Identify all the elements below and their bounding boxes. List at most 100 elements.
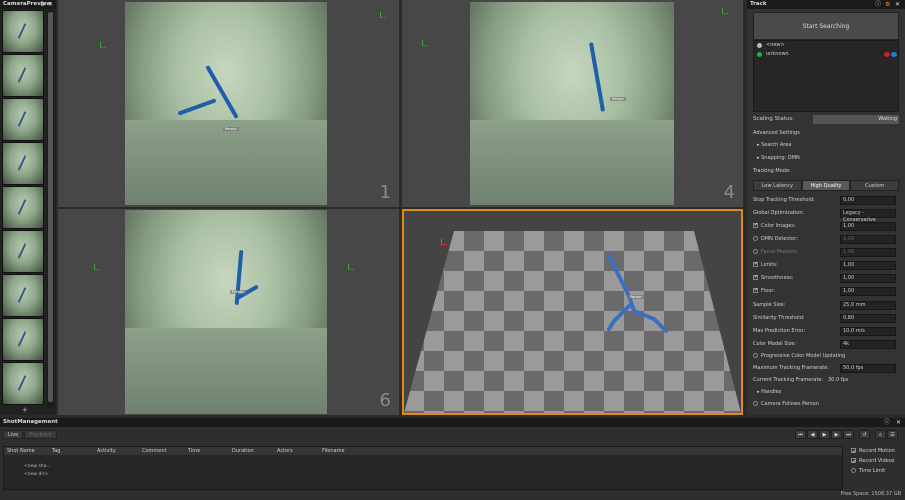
setting-label: Global Optimization:: [753, 210, 805, 216]
column-header[interactable]: Activity: [97, 447, 116, 455]
setting-label: Similarity Threshold:: [753, 315, 805, 321]
person-label: Person: [223, 127, 239, 131]
max-prediction-error-field[interactable]: 10,0 m/s: [840, 327, 896, 336]
tab-live[interactable]: Live: [3, 430, 24, 439]
camera-follows-label: Camera Follows Person: [761, 401, 819, 407]
skip-start-icon[interactable]: ⏮: [795, 430, 806, 439]
list-item[interactable]: <new>: [754, 41, 898, 50]
tab-high-quality[interactable]: High Quality: [801, 180, 851, 191]
camera-thumbnail[interactable]: [2, 142, 44, 185]
axis-gizmo: [94, 264, 100, 270]
floor-field[interactable]: 1,00: [840, 287, 896, 296]
table-row[interactable]: <new sho...: [24, 464, 51, 469]
search-area-toggle[interactable]: ▸ Search Area: [757, 142, 791, 149]
transport-controls: ⏮ ◀ ▶ ▶ ⏭ ↺ ⌕ ☰: [795, 430, 899, 439]
start-searching-button[interactable]: Start Searching: [753, 12, 899, 40]
setting-label: Max Prediction Error:: [753, 328, 806, 334]
gear-icon[interactable]: ⚙: [885, 1, 890, 8]
max-framerate-field[interactable]: 50,0 fps: [840, 364, 896, 373]
tab-playback[interactable]: Playback: [24, 430, 57, 439]
person-name: <new>: [766, 42, 785, 48]
handles-toggle[interactable]: ▸ Handles: [757, 389, 781, 396]
close-icon[interactable]: ✕: [48, 1, 53, 8]
facial-markers-radio[interactable]: [753, 249, 758, 254]
viewport-number: 4: [723, 182, 735, 203]
shot-management-panel: ShotManagement ⓘ ✕ Live Playback ⏮ ◀ ▶ ▶…: [0, 418, 905, 500]
column-header[interactable]: Tag: [52, 447, 60, 455]
color-images-checkbox[interactable]: [753, 222, 758, 229]
close-icon[interactable]: ✕: [896, 419, 901, 426]
info-icon[interactable]: ⓘ: [875, 1, 881, 8]
viewport-1[interactable]: Person 1: [58, 0, 399, 207]
snapping-toggle[interactable]: ▸ Snapping: DMN: [757, 155, 800, 162]
setting-label: Sample Size:: [753, 302, 786, 308]
similarity-threshold-field[interactable]: 0,80: [840, 314, 896, 323]
camera-thumbnail[interactable]: [2, 274, 44, 317]
dmn-detector-radio[interactable]: [753, 236, 758, 241]
smoothness-field[interactable]: 1,00: [840, 274, 896, 283]
camera-thumbnail[interactable]: [2, 362, 44, 405]
skip-end-icon[interactable]: ⏭: [843, 430, 854, 439]
color-images-field[interactable]: 1,00: [840, 222, 896, 231]
column-header[interactable]: Comment: [142, 447, 167, 455]
viewport-4[interactable]: Person 4: [402, 0, 743, 207]
time-limit-radio[interactable]: [851, 468, 856, 473]
color-model-size-select[interactable]: 4k: [840, 340, 896, 349]
floor-checkbox[interactable]: [753, 287, 758, 294]
camera-image: Person: [470, 2, 674, 205]
column-header[interactable]: Time: [188, 447, 200, 455]
camera-thumbnail[interactable]: [2, 186, 44, 229]
person-name: unknown: [766, 51, 789, 57]
camera-thumbnail[interactable]: [2, 98, 44, 141]
record-videos-checkbox[interactable]: [851, 457, 856, 467]
global-optimization-select[interactable]: Legacy - Conservative: [840, 209, 896, 223]
scaling-status-label: Scaling Status:: [753, 116, 795, 122]
camera-thumbnail[interactable]: [2, 318, 44, 361]
loop-icon[interactable]: ↺: [859, 430, 870, 439]
smoothness-checkbox[interactable]: [753, 274, 758, 281]
tab-custom[interactable]: Custom: [850, 180, 900, 191]
progressive-radio[interactable]: [753, 353, 758, 358]
column-header[interactable]: Duration: [232, 447, 254, 455]
limits-checkbox[interactable]: [753, 261, 758, 268]
handles-label: Handles: [761, 389, 782, 395]
record-icon[interactable]: [884, 52, 890, 57]
axis-gizmo: [422, 40, 428, 46]
add-camera-button[interactable]: +: [22, 406, 28, 414]
camera-thumbnail[interactable]: [2, 54, 44, 97]
info-icon[interactable]: ⓘ: [884, 419, 890, 426]
table-row[interactable]: <new dir>: [24, 472, 48, 477]
tab-low-latency[interactable]: Low Latency: [753, 180, 802, 191]
camera-thumbnail[interactable]: [2, 10, 44, 53]
scrollbar-thumb[interactable]: [48, 12, 53, 402]
camera-follows-radio[interactable]: [753, 401, 758, 406]
person-list: <new> unknown: [753, 40, 899, 112]
play-icon[interactable]: ▶: [819, 430, 830, 439]
camera-thumbnail[interactable]: [2, 230, 44, 273]
free-space-status: Free Space: 1508.37 GB: [840, 491, 901, 497]
menu-icon[interactable]: ☰: [887, 430, 898, 439]
thumbnail-scrollbar[interactable]: [47, 10, 54, 408]
viewport-6[interactable]: Person 6: [58, 209, 399, 415]
limits-field[interactable]: 1,00: [840, 261, 896, 270]
settings-icon[interactable]: ⚙: [40, 1, 45, 8]
stop-threshold-field[interactable]: 0,00: [840, 196, 896, 205]
viewport-3d[interactable]: Person: [402, 209, 743, 415]
search-area-label: Search Area: [761, 142, 792, 148]
dmn-detector-field[interactable]: 1,00: [840, 235, 896, 244]
column-header[interactable]: Filename: [322, 447, 345, 455]
list-item[interactable]: unknown: [754, 50, 898, 59]
facial-markers-field[interactable]: 1,00: [840, 248, 896, 257]
step-back-icon[interactable]: ◀: [807, 430, 818, 439]
record-motion-checkbox[interactable]: [851, 447, 856, 457]
color-icon[interactable]: [891, 52, 897, 57]
close-icon[interactable]: ✕: [895, 1, 900, 8]
column-header[interactable]: Actors: [277, 447, 293, 455]
step-forward-icon[interactable]: ▶: [831, 430, 842, 439]
sample-size-field[interactable]: 25,0 mm: [840, 301, 896, 310]
search-icon[interactable]: ⌕: [875, 430, 886, 439]
column-header[interactable]: Shot Name: [7, 447, 35, 455]
shot-table: Shot Name Tag Activity Comment Time Dura…: [3, 446, 843, 490]
record-motion-label: Record Motion: [859, 448, 895, 454]
checkerboard-floor: [404, 211, 741, 413]
